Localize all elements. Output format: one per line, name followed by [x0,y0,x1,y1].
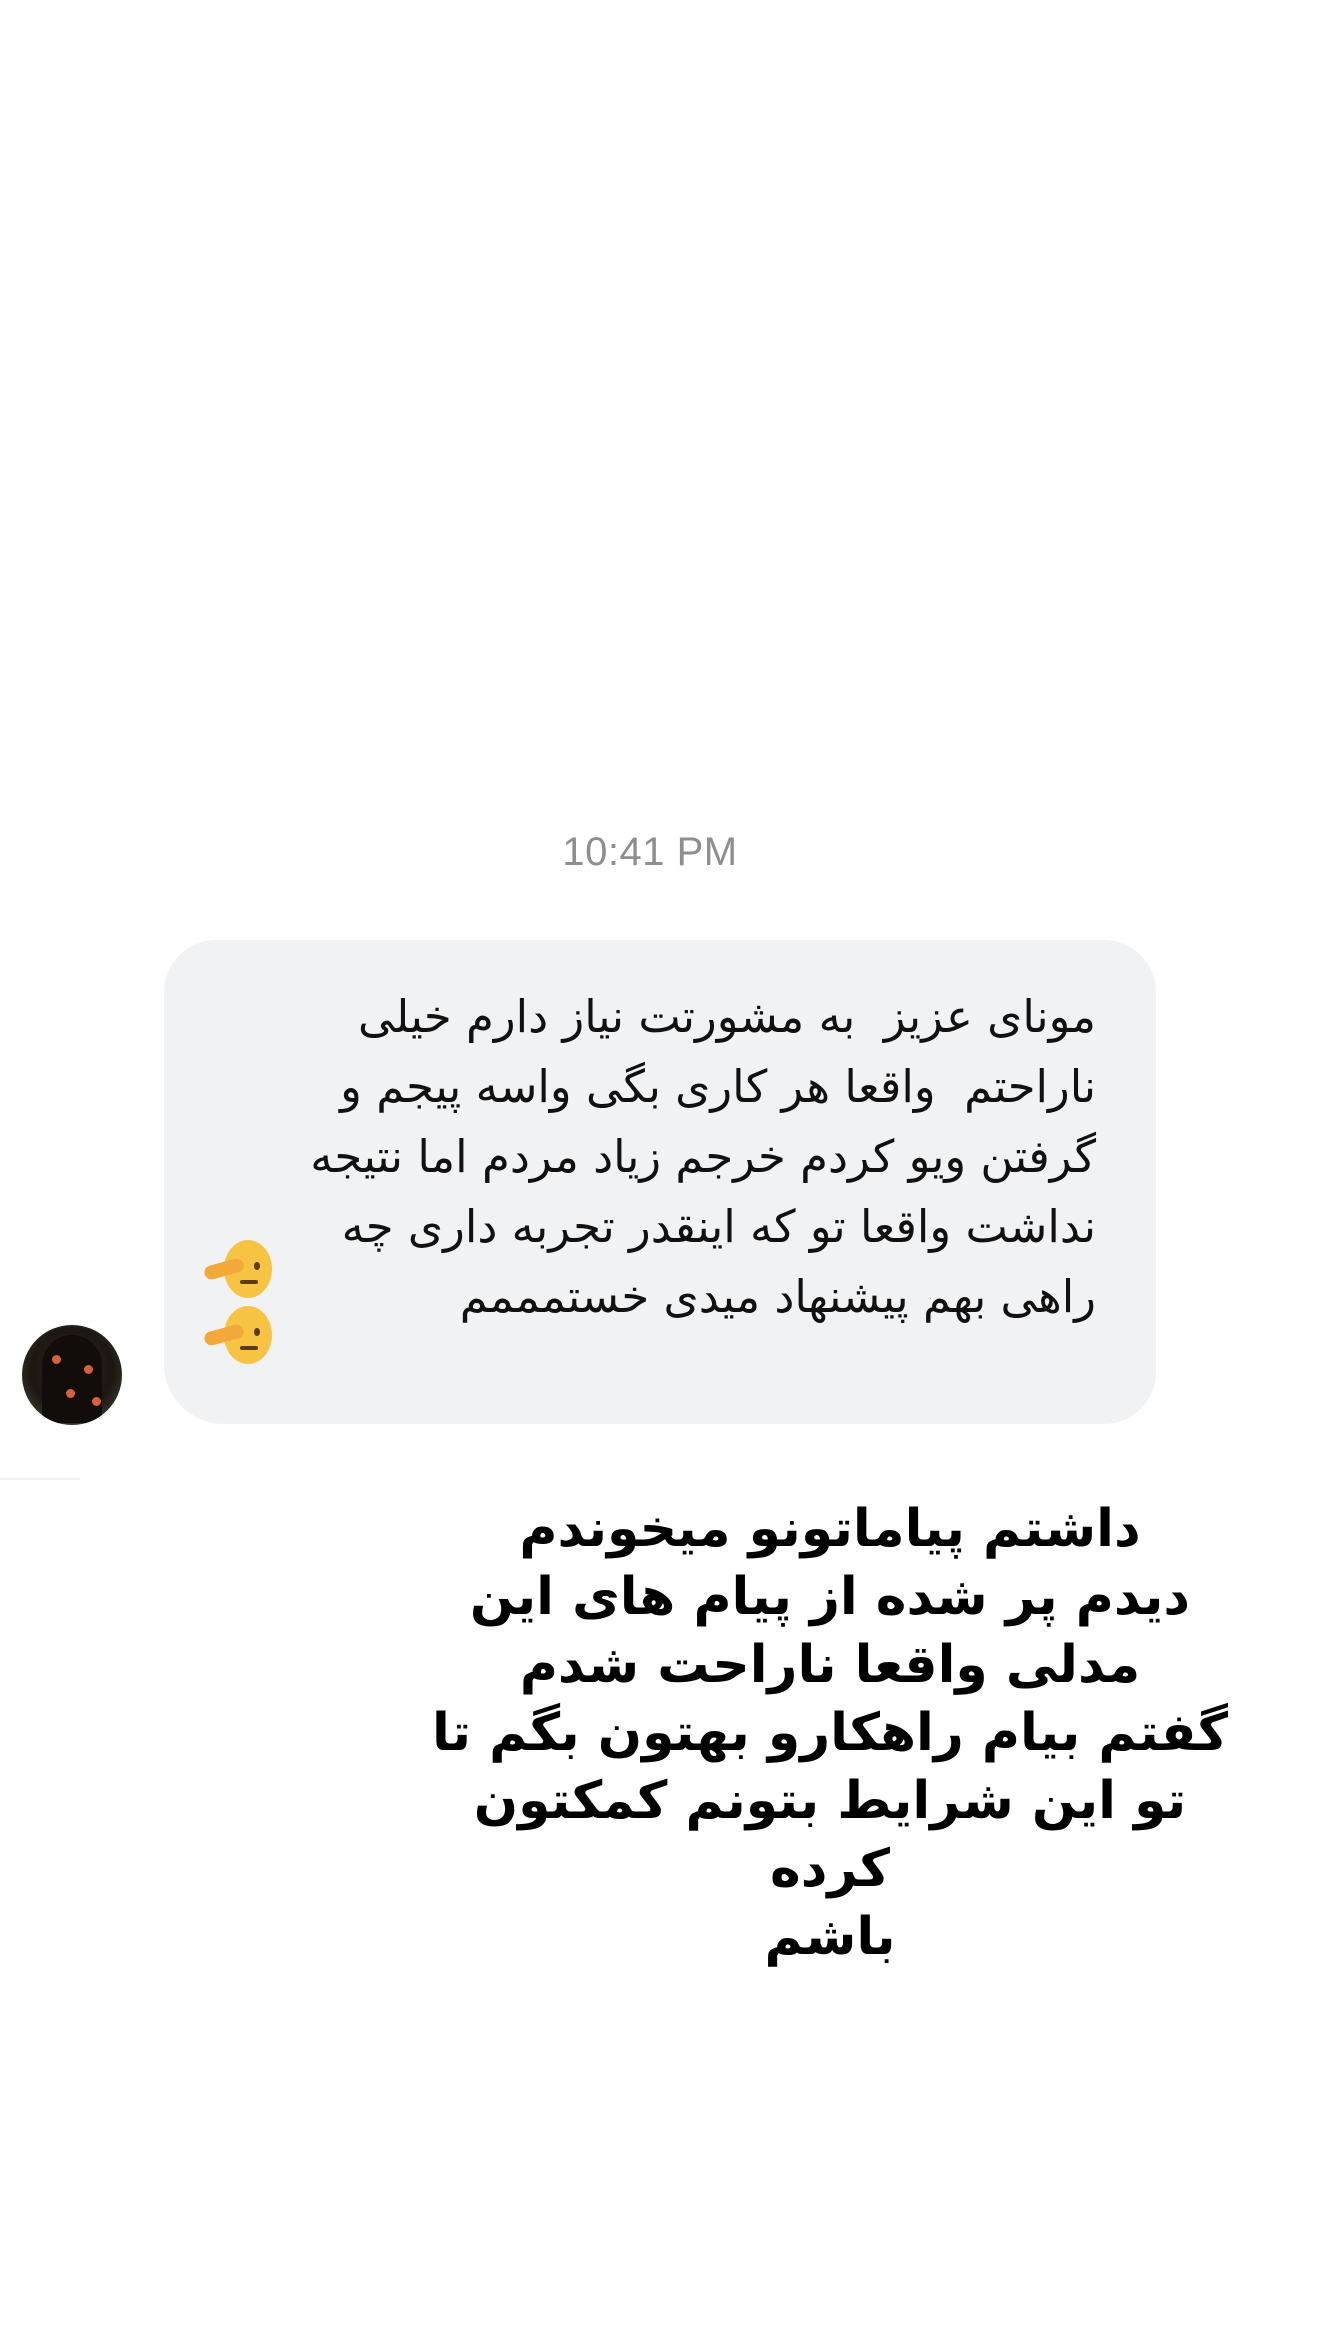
avatar-dot [52,1355,61,1364]
received-message-bubble[interactable]: مونای عزیز به مشورتت نیاز دارم خیلی نارا… [164,940,1156,1424]
thinking-face-icon [202,1240,272,1300]
avatar-dot [84,1365,93,1374]
thinking-face-icon [202,1306,272,1366]
sender-avatar[interactable] [22,1325,122,1425]
avatar-hair-shape [42,1335,102,1423]
message-timestamp: 10:41 PM [562,830,738,874]
avatar-dot [92,1397,101,1406]
story-caption: داشتم پیاماتونو میخوندم دیدم پر شده از پ… [431,1499,1229,1967]
message-text: مونای عزیز به مشورتت نیاز دارم خیلی نارا… [310,990,1096,1323]
avatar-dot [66,1389,75,1398]
divider [0,1478,80,1480]
emoji-group [202,1240,272,1372]
